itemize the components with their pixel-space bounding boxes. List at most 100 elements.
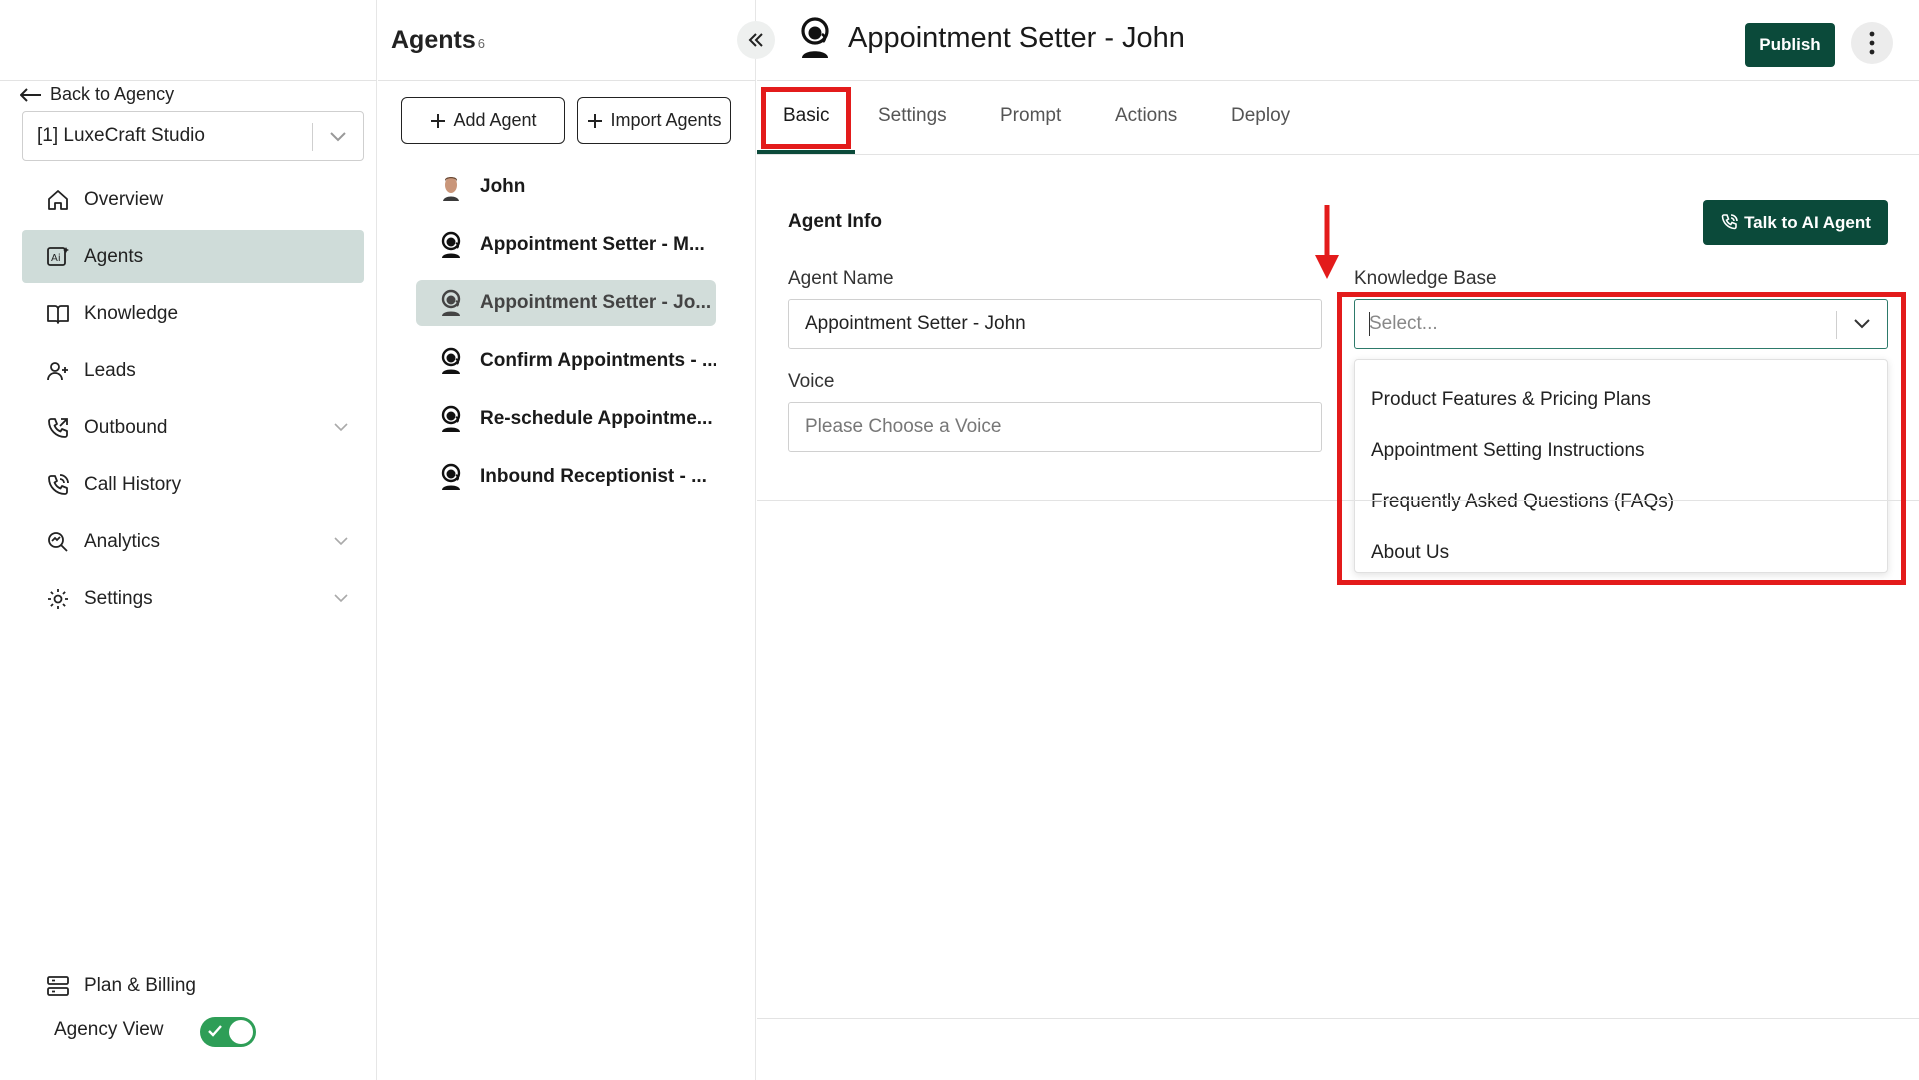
tab-actions[interactable]: Actions [1115, 105, 1177, 127]
add-agent-button[interactable]: Add Agent [401, 97, 565, 144]
arrow-down-icon [1315, 205, 1339, 279]
sidebar-item-knowledge[interactable]: Knowledge [22, 287, 364, 340]
agent-name: Inbound Receptionist - ... [480, 466, 707, 487]
main-panel: Appointment Setter - John Publish Basic … [757, 0, 1919, 1080]
dropdown-option[interactable]: Appointment Setting Instructions [1355, 425, 1887, 476]
dropdown-option[interactable]: Product Features & Pricing Plans [1355, 374, 1887, 425]
voice-label: Voice [788, 371, 835, 392]
agent-name: Appointment Setter - M... [480, 234, 705, 255]
agents-title-text: Agents [391, 26, 476, 54]
agency-view-toggle[interactable] [200, 1017, 256, 1047]
agency-select-value: [1] LuxeCraft Studio [37, 125, 205, 146]
agency-select[interactable]: [1] LuxeCraft Studio [22, 111, 364, 161]
toggle-knob [229, 1020, 253, 1044]
agent-name: Appointment Setter - Jo... [480, 292, 712, 313]
dropdown-option[interactable]: Frequently Asked Questions (FAQs) [1355, 476, 1887, 527]
chevron-down-icon [334, 423, 348, 432]
agents-title: Agents 6 [391, 26, 485, 55]
agent-list-item[interactable]: Re-schedule Appointme... [416, 396, 716, 442]
agent-name: Confirm Appointments - ... [480, 350, 716, 371]
chevron-down-icon [1854, 319, 1870, 329]
tab-deploy[interactable]: Deploy [1231, 105, 1290, 127]
agency-view-label: Agency View [54, 1019, 164, 1040]
divider [378, 80, 756, 81]
agent-name-label: Agent Name [788, 268, 894, 289]
chevron-down-icon [334, 537, 348, 546]
plus-icon [588, 113, 603, 128]
sidebar-item-label: Overview [84, 188, 164, 210]
divider [0, 80, 377, 81]
publish-button[interactable]: Publish [1745, 23, 1835, 67]
chevron-down-icon [330, 132, 346, 142]
import-agents-label: Import Agents [610, 110, 722, 130]
agent-list-item[interactable]: Appointment Setter - Jo... [416, 280, 716, 326]
knowledge-base-dropdown-menu: Product Features & Pricing Plans Appoint… [1354, 359, 1888, 573]
arrow-left-icon [20, 87, 41, 102]
user-plus-icon [46, 359, 70, 383]
page-title: Appointment Setter - John [848, 22, 1185, 54]
tab-settings[interactable]: Settings [878, 105, 947, 127]
agent-headset-icon [438, 463, 464, 491]
tab-prompt[interactable]: Prompt [1000, 105, 1061, 127]
svg-text:Ai: Ai [51, 253, 61, 264]
plan-billing-link[interactable]: Plan & Billing [46, 975, 196, 997]
agent-headset-icon [438, 405, 464, 433]
avatar [438, 173, 464, 201]
tab-bar: Basic Settings Prompt Actions Deploy [757, 81, 1919, 155]
active-tab-indicator [757, 150, 855, 154]
add-agent-label: Add Agent [453, 110, 537, 130]
sidebar: Back to Agency [1] LuxeCraft Studio Over… [0, 0, 377, 1080]
chevron-down-icon [334, 594, 348, 603]
book-icon [46, 302, 70, 326]
sidebar-item-label: Settings [84, 587, 153, 609]
back-to-agency-link[interactable]: Back to Agency [20, 84, 174, 105]
agent-list-item[interactable]: Appointment Setter - M... [416, 222, 716, 268]
agent-name: John [480, 176, 526, 197]
agent-headset-icon [438, 347, 464, 375]
check-icon [208, 1025, 222, 1037]
collapse-panel-button[interactable] [737, 21, 775, 59]
agent-list-item[interactable]: Confirm Appointments - ... [416, 338, 716, 384]
sidebar-item-label: Leads [84, 359, 136, 381]
gear-icon [46, 587, 70, 611]
sidebar-item-agents[interactable]: Ai Agents [22, 230, 364, 283]
sidebar-item-label: Call History [84, 473, 182, 495]
divider [757, 1018, 1919, 1019]
plus-icon [431, 113, 446, 128]
agent-list-item[interactable]: Inbound Receptionist - ... [416, 454, 716, 500]
agent-list: John Appointment Setter - M... Appointme… [416, 164, 716, 512]
tab-basic[interactable]: Basic [783, 105, 829, 127]
ai-agent-icon: Ai [46, 245, 70, 269]
section-title: Agent Info [788, 211, 882, 232]
phone-outgoing-icon [46, 416, 70, 440]
select-separator [312, 123, 313, 151]
sidebar-item-overview[interactable]: Overview [22, 173, 364, 226]
talk-to-ai-agent-button[interactable]: Talk to AI Agent [1703, 200, 1888, 245]
talk-label: Talk to AI Agent [1744, 212, 1871, 232]
agent-list-item[interactable]: John [416, 164, 716, 210]
sidebar-item-label: Outbound [84, 416, 168, 438]
agents-panel: Agents 6 Add Agent Import Agents John App… [378, 0, 756, 1080]
double-chevron-left-icon [748, 33, 763, 47]
sidebar-item-outbound[interactable]: Outbound [22, 401, 364, 454]
billing-icon [47, 976, 69, 996]
select-separator [1836, 311, 1837, 339]
agents-count: 6 [477, 36, 485, 51]
divider [757, 500, 1919, 501]
import-agents-button[interactable]: Import Agents [577, 97, 731, 144]
billing-label: Plan & Billing [84, 975, 196, 996]
home-icon [46, 188, 70, 212]
voice-select[interactable]: Please Choose a Voice [788, 402, 1322, 452]
agent-name-field[interactable]: Appointment Setter - John [788, 299, 1322, 349]
phone-history-icon [46, 473, 70, 497]
more-options-button[interactable] [1851, 22, 1893, 64]
dropdown-option[interactable]: About Us [1355, 527, 1887, 578]
sidebar-item-analytics[interactable]: Analytics [22, 515, 364, 568]
text-cursor [1369, 312, 1370, 336]
knowledge-base-select[interactable]: Select... [1354, 299, 1888, 349]
agent-name: Re-schedule Appointme... [480, 408, 713, 429]
sidebar-item-settings[interactable]: Settings [22, 572, 364, 625]
sidebar-item-leads[interactable]: Leads [22, 344, 364, 397]
sidebar-item-call-history[interactable]: Call History [22, 458, 364, 511]
knowledge-base-placeholder: Select... [1369, 313, 1438, 334]
